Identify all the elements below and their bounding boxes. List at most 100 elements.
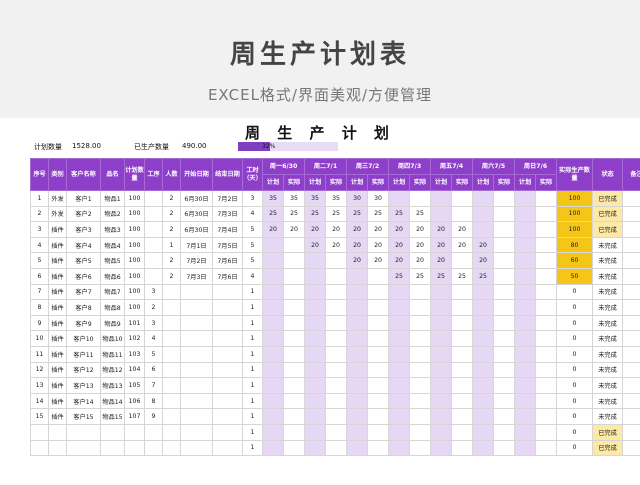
cell-plan-qty[interactable]: 100 <box>124 221 145 238</box>
cell-actual[interactable] <box>535 299 557 316</box>
cell-plan[interactable] <box>430 299 452 316</box>
cell-category[interactable]: 插件 <box>48 361 67 379</box>
cell-plan-qty[interactable]: 105 <box>124 377 145 394</box>
cell-actual[interactable] <box>535 361 557 379</box>
cell-people[interactable] <box>162 283 181 301</box>
cell-plan[interactable] <box>514 345 536 363</box>
cell-plan[interactable] <box>304 377 326 394</box>
cell-produced[interactable]: 80 <box>556 236 593 254</box>
cell-process[interactable] <box>144 423 163 441</box>
cell-actual[interactable] <box>367 392 389 410</box>
cell-plan[interactable]: 20 <box>388 221 410 238</box>
cell-produced[interactable]: 0 <box>556 377 593 394</box>
cell-start[interactable]: 6月30日 <box>180 190 213 207</box>
cell-actual[interactable] <box>367 408 389 425</box>
cell-process[interactable]: 3 <box>144 283 163 301</box>
cell-people[interactable] <box>162 330 181 347</box>
cell-plan[interactable] <box>388 314 410 332</box>
cell-actual[interactable] <box>409 408 431 425</box>
cell-plan[interactable] <box>472 439 494 457</box>
cell-people[interactable]: 1 <box>162 236 181 254</box>
cell-hours[interactable]: 1 <box>242 377 263 394</box>
cell-category[interactable]: 插件 <box>48 252 67 269</box>
cell-actual[interactable] <box>493 392 515 410</box>
cell-plan[interactable] <box>430 190 452 207</box>
cell-people[interactable] <box>162 392 181 410</box>
cell-product[interactable]: 物品3 <box>100 221 125 238</box>
cell-plan[interactable] <box>346 299 368 316</box>
cell-status[interactable]: 已完成 <box>592 190 623 207</box>
cell-plan[interactable] <box>472 190 494 207</box>
cell-start[interactable] <box>180 439 213 457</box>
cell-note[interactable] <box>622 345 640 363</box>
cell-hours[interactable]: 1 <box>242 283 263 301</box>
cell-actual[interactable] <box>283 330 305 347</box>
cell-plan[interactable]: 20 <box>472 236 494 254</box>
cell-actual[interactable] <box>325 408 347 425</box>
cell-plan[interactable] <box>346 392 368 410</box>
cell-hours[interactable]: 1 <box>242 361 263 379</box>
cell-product[interactable]: 物品15 <box>100 408 125 425</box>
cell-plan[interactable] <box>262 345 284 363</box>
cell-start[interactable] <box>180 330 213 347</box>
cell-plan[interactable] <box>514 392 536 410</box>
cell-end[interactable] <box>212 423 243 441</box>
cell-plan[interactable]: 20 <box>472 252 494 269</box>
cell-actual[interactable] <box>409 377 431 394</box>
cell-plan[interactable] <box>304 252 326 269</box>
cell-actual[interactable] <box>325 299 347 316</box>
cell-actual[interactable] <box>493 330 515 347</box>
cell-plan[interactable] <box>514 190 536 207</box>
cell-plan[interactable]: 35 <box>304 190 326 207</box>
cell-seq[interactable]: 15 <box>30 408 49 425</box>
cell-actual[interactable]: 20 <box>409 236 431 254</box>
cell-category[interactable]: 插件 <box>48 267 67 285</box>
cell-process[interactable] <box>144 205 163 223</box>
cell-seq[interactable]: 2 <box>30 205 49 223</box>
cell-actual[interactable] <box>409 345 431 363</box>
cell-actual[interactable] <box>535 439 557 457</box>
cell-category[interactable]: 插件 <box>48 377 67 394</box>
cell-seq[interactable]: 7 <box>30 283 49 301</box>
cell-plan[interactable]: 20 <box>430 252 452 269</box>
cell-note[interactable] <box>622 205 640 223</box>
cell-plan[interactable] <box>304 408 326 425</box>
cell-actual[interactable] <box>451 423 473 441</box>
cell-hours[interactable]: 1 <box>242 392 263 410</box>
cell-plan[interactable] <box>262 252 284 269</box>
cell-actual[interactable] <box>367 299 389 316</box>
cell-plan[interactable]: 20 <box>346 236 368 254</box>
cell-note[interactable] <box>622 377 640 394</box>
cell-actual[interactable] <box>367 314 389 332</box>
cell-hours[interactable]: 1 <box>242 408 263 425</box>
cell-plan[interactable] <box>514 283 536 301</box>
cell-people[interactable] <box>162 439 181 457</box>
cell-plan-qty[interactable]: 100 <box>124 252 145 269</box>
cell-process[interactable]: 5 <box>144 345 163 363</box>
cell-plan[interactable] <box>262 299 284 316</box>
cell-hours[interactable]: 5 <box>242 236 263 254</box>
cell-product[interactable]: 物品4 <box>100 236 125 254</box>
cell-hours[interactable]: 1 <box>242 439 263 457</box>
cell-plan[interactable] <box>388 299 410 316</box>
cell-process[interactable]: 9 <box>144 408 163 425</box>
cell-status[interactable]: 未完成 <box>592 252 623 269</box>
cell-actual[interactable] <box>535 252 557 269</box>
cell-actual[interactable]: 20 <box>367 236 389 254</box>
cell-actual[interactable] <box>451 314 473 332</box>
cell-people[interactable]: 2 <box>162 267 181 285</box>
cell-end[interactable] <box>212 314 243 332</box>
cell-plan[interactable]: 35 <box>262 190 284 207</box>
cell-plan[interactable] <box>514 236 536 254</box>
cell-plan[interactable] <box>346 439 368 457</box>
cell-actual[interactable] <box>283 439 305 457</box>
cell-plan[interactable] <box>262 408 284 425</box>
cell-actual[interactable] <box>325 330 347 347</box>
cell-plan[interactable] <box>514 205 536 223</box>
cell-end[interactable] <box>212 377 243 394</box>
cell-note[interactable] <box>622 299 640 316</box>
cell-plan-qty[interactable] <box>124 439 145 457</box>
cell-plan-qty[interactable] <box>124 423 145 441</box>
cell-process[interactable]: 6 <box>144 361 163 379</box>
cell-actual[interactable] <box>283 299 305 316</box>
